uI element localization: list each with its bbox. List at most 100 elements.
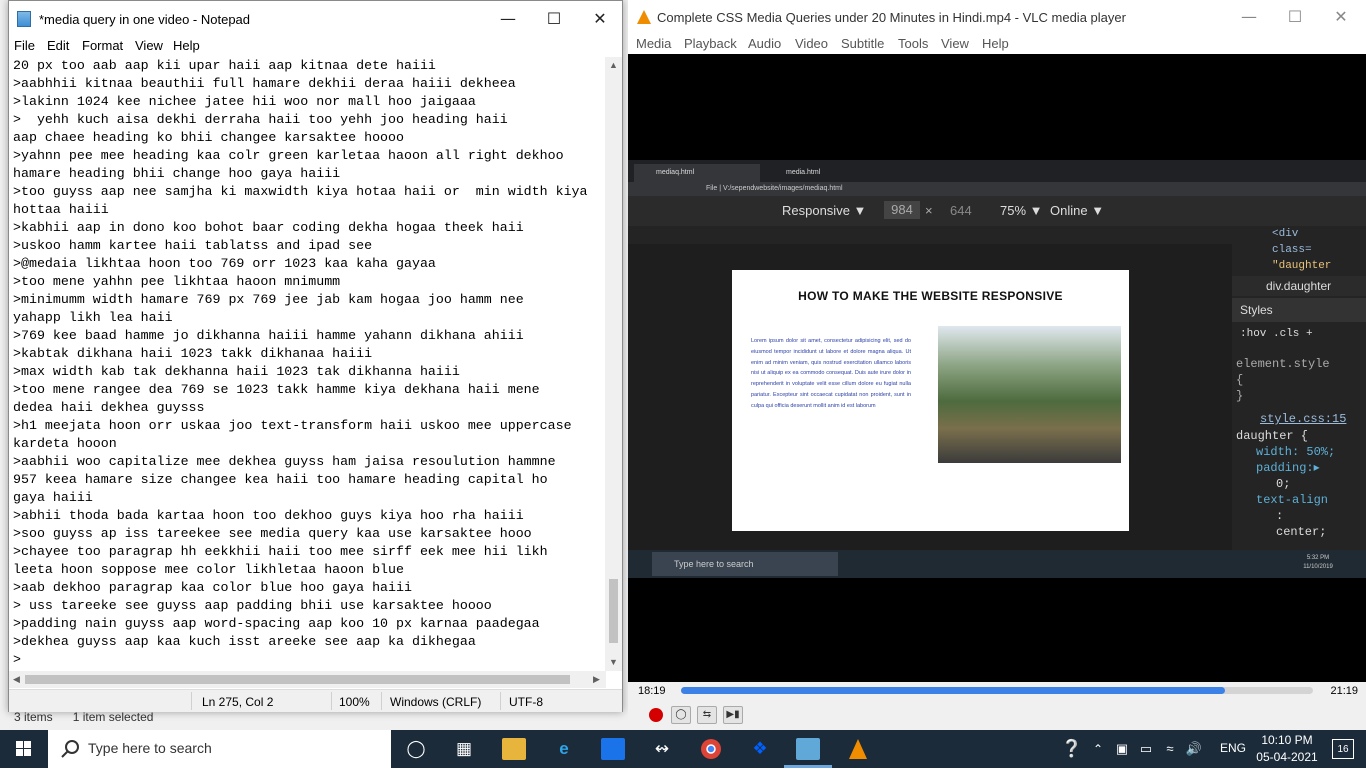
seek-track[interactable] <box>681 687 1313 694</box>
devtools-brace: } <box>1236 389 1244 403</box>
notification-icon[interactable]: 16 <box>1332 739 1354 759</box>
text-line: >too mene yahhn pee likhtaa haoon mnimum… <box>13 274 341 289</box>
text-line: hottaa haiii <box>13 202 109 217</box>
explorer-item-count: 3 items <box>14 710 53 724</box>
menu-help[interactable]: Help <box>173 38 200 53</box>
video-page: HOW TO MAKE THE WEBSITE RESPONSIVE Lorem… <box>732 270 1129 531</box>
horizontal-scrollbar[interactable]: ◀ ▶ <box>9 671 606 688</box>
task-view-icon[interactable]: ▦ <box>452 738 476 760</box>
vlc-titlebar[interactable]: Complete CSS Media Queries under 20 Minu… <box>628 0 1366 34</box>
vlc-taskbar-icon[interactable] <box>846 738 870 760</box>
notepad-text-area[interactable]: 20 px too aab aap kii upar haii aap kitn… <box>12 57 607 671</box>
maximize-button[interactable]: ☐ <box>1272 0 1318 34</box>
cortana-icon[interactable]: ◯ <box>404 738 428 760</box>
notepad-titlebar[interactable]: *media query in one video - Notepad — ☐ … <box>9 1 622 37</box>
text-line: >uskoo hamm kartee haii tablatss and ipa… <box>13 238 373 253</box>
video-taskbar-clock: 5:32 PM 11/10/2019 <box>1303 555 1333 570</box>
sublime-icon[interactable]: ↭ <box>650 738 674 760</box>
status-divider <box>381 692 382 710</box>
battery-icon[interactable]: ▭ <box>1134 738 1158 760</box>
notification-count: 16 <box>1337 744 1349 755</box>
chrome-icon[interactable] <box>699 738 723 760</box>
text-line: > <box>13 652 21 667</box>
frame-step-icon: ▶▮ <box>726 709 740 720</box>
frame-step-button[interactable]: ▶▮ <box>723 706 743 724</box>
devtools-source-link: style.css:15 <box>1260 412 1347 426</box>
close-button[interactable]: ✕ <box>577 1 623 37</box>
vertical-scroll-thumb[interactable] <box>609 579 618 643</box>
edge-icon[interactable]: e <box>552 738 576 760</box>
zoom-level: 100% <box>339 695 370 709</box>
language-indicator[interactable]: ENG <box>1220 741 1246 755</box>
text-line: >aab dekhoo paragrap kaa color blue hoo … <box>13 580 412 595</box>
devtools-prop: center; <box>1276 525 1327 539</box>
dropbox-icon[interactable]: ❖ <box>748 738 772 760</box>
menu-view[interactable]: View <box>135 38 163 53</box>
video-device-toolbar: Responsive ▼ 984 × 644 75% ▼ Online ▼ <box>628 196 1232 226</box>
clock-time: 10:10 PM <box>1261 733 1313 747</box>
menu-format[interactable]: Format <box>82 38 123 53</box>
status-divider <box>331 692 332 710</box>
scroll-left-icon[interactable]: ◀ <box>13 674 20 685</box>
mail-icon[interactable] <box>601 738 625 760</box>
record-button[interactable] <box>646 706 666 724</box>
record-icon <box>649 708 663 722</box>
video-browser-frame: mediaq.html media.html File | V:/sependw… <box>628 160 1366 550</box>
menu-media[interactable]: Media <box>636 36 671 51</box>
text-line: >too guyss aap nee samjha ki maxwidth ki… <box>13 184 588 199</box>
seek-progress <box>681 687 1225 694</box>
maximize-button[interactable]: ☐ <box>531 1 577 37</box>
devtools-code-line: "daughter <box>1272 260 1332 272</box>
scroll-up-icon[interactable]: ▲ <box>609 60 618 70</box>
text-line: >h1 meejata hoon orr uskaa joo text-tran… <box>13 418 572 433</box>
vertical-scrollbar[interactable]: ▲ ▼ <box>605 57 622 671</box>
clock[interactable]: 10:10 PM 05-04-2021 <box>1252 732 1322 766</box>
file-explorer-icon[interactable] <box>502 738 526 760</box>
video-address-bar: File | V:/sependwebsite/images/mediaq.ht… <box>628 182 1366 196</box>
start-button[interactable] <box>0 730 48 768</box>
menu-tools[interactable]: Tools <box>898 36 928 51</box>
video-page-photo <box>938 326 1121 463</box>
chevron-up-icon[interactable]: ⌃ <box>1086 738 1110 760</box>
menu-subtitle[interactable]: Subtitle <box>841 36 884 51</box>
minimize-button[interactable]: — <box>1226 0 1272 34</box>
loop-ab-button[interactable]: ⇆ <box>697 706 717 724</box>
menu-playback[interactable]: Playback <box>684 36 737 51</box>
time-total: 21:19 <box>1330 685 1358 697</box>
meet-icon[interactable]: ▣ <box>1110 738 1134 760</box>
devtools-code-line: class= <box>1272 244 1312 256</box>
text-line: leeta hoon soppose mee color likhletaa h… <box>13 562 404 577</box>
devtools-prop: text-align <box>1256 493 1329 507</box>
close-button[interactable]: ✕ <box>1318 0 1364 34</box>
notepad-taskbar-icon[interactable] <box>796 738 820 760</box>
volume-icon[interactable]: 🔊 <box>1182 738 1206 760</box>
menu-audio[interactable]: Audio <box>748 36 781 51</box>
wifi-icon[interactable]: ≈ <box>1158 738 1182 760</box>
status-divider <box>500 692 501 710</box>
menu-video[interactable]: Video <box>795 36 828 51</box>
menu-help[interactable]: Help <box>982 36 1009 51</box>
text-line: >kabhii aap in dono koo bohot baar codin… <box>13 220 524 235</box>
menu-file[interactable]: File <box>14 38 35 53</box>
help-icon[interactable]: ❔ <box>1060 738 1084 760</box>
minimize-button[interactable]: — <box>485 1 531 37</box>
horizontal-scroll-thumb[interactable] <box>25 675 570 684</box>
menu-view[interactable]: View <box>941 36 969 51</box>
taskbar: Type here to search ◯ ▦ e ↭ ❖ ❔ ⌃ ▣ ▭ ≈ … <box>0 730 1366 768</box>
text-line: >too mene rangee dea 769 se 1023 takk ha… <box>13 382 540 397</box>
snapshot-button[interactable]: ◯ <box>671 706 691 724</box>
scroll-right-icon[interactable]: ▶ <box>593 674 600 685</box>
video-page-heading: HOW TO MAKE THE WEBSITE RESPONSIVE <box>798 289 1063 303</box>
text-line: >aabhii woo capitalize mee dekhea guyss … <box>13 454 556 469</box>
line-ending: Windows (CRLF) <box>390 695 482 709</box>
devtools-code-line: <div <box>1272 228 1299 240</box>
text-line: >dekhea guyss aap kaa kuch isst areeke s… <box>13 634 476 649</box>
video-area[interactable]: mediaq.html media.html File | V:/sependw… <box>628 54 1366 682</box>
text-line: >minimumm width hamare 769 px 769 jee ja… <box>13 292 524 307</box>
taskbar-search[interactable]: Type here to search <box>48 730 391 768</box>
text-line: kardeta hooon <box>13 436 117 451</box>
menu-edit[interactable]: Edit <box>47 38 69 53</box>
text-line: 957 keea hamare size changee kea haii to… <box>13 472 548 487</box>
status-divider <box>191 692 192 710</box>
scroll-down-icon[interactable]: ▼ <box>609 657 618 667</box>
